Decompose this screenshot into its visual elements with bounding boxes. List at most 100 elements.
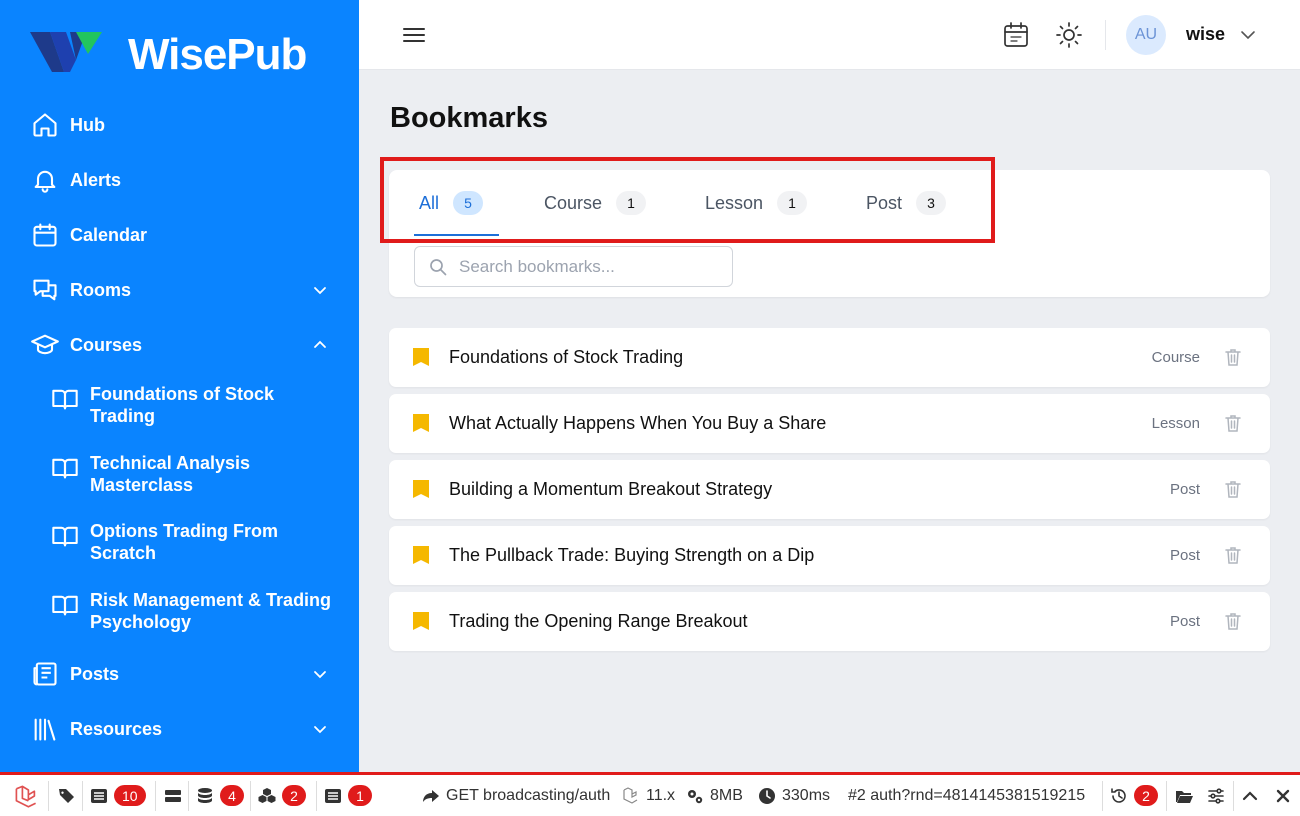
bookmark-title[interactable]: Trading the Opening Range Breakout [449,611,748,632]
database-icon [198,787,212,803]
debugbar-divider [1233,781,1234,811]
menu-icon[interactable] [401,22,427,48]
sidebar-course-technical-analysis[interactable]: Technical Analysis Masterclass [50,452,340,496]
sidebar-item-resources[interactable]: Resources [30,709,330,749]
debugbar-divider [1166,781,1167,811]
sidebar-item-courses[interactable]: Courses [30,325,330,365]
bookmark-title[interactable]: The Pullback Trade: Buying Strength on a… [449,545,814,566]
wisepub-logo-icon [30,32,102,72]
sidebar-item-label: Resources [70,718,163,739]
search-icon [430,258,447,275]
bookmark-icon [413,414,429,432]
sidebar-course-label: Risk Management & Trading Psychology [90,590,332,632]
bookmark-type: Course [1151,349,1200,366]
server-icon [165,789,181,802]
header-divider [1105,20,1106,50]
bookmark-row[interactable]: Building a Momentum Breakout Strategy Po… [389,460,1270,519]
debugbar-divider [48,781,49,811]
settings-sliders-icon[interactable] [1207,775,1225,816]
bookmark-type: Post [1169,481,1200,498]
cubes-icon [258,787,276,803]
trash-icon[interactable] [1223,611,1243,631]
time-label: 330ms [782,786,831,804]
folder-open-icon[interactable] [1175,775,1193,816]
sidebar-item-alerts[interactable]: Alerts [30,160,330,200]
sidebar-item-rooms[interactable]: Rooms [30,270,330,310]
chevron-up-icon[interactable] [1241,775,1259,816]
memory-label: 8MB [710,786,743,804]
avatar[interactable]: AU [1126,15,1166,55]
sidebar-course-label: Technical Analysis Masterclass [90,453,251,495]
debugbar-models-tab[interactable]: 2 [258,775,306,816]
debugbar-history-tab[interactable]: 2 [1110,775,1158,816]
bookmark-title[interactable]: Building a Momentum Breakout Strategy [449,479,772,500]
search-input[interactable] [459,256,719,277]
debugbar-request-selector[interactable]: #2 auth?rnd=4814145381519215 [848,775,1096,816]
book-open-icon [50,384,80,414]
sidebar-item-label: Posts [70,663,120,684]
close-icon[interactable] [1274,775,1292,816]
debugbar-messages-tab[interactable]: 10 [90,775,146,816]
sidebar-item-hub[interactable]: Hub [30,105,330,145]
chevron-down-icon[interactable] [310,280,330,300]
bookmark-row[interactable]: The Pullback Trade: Buying Strength on a… [389,526,1270,585]
trash-icon[interactable] [1223,479,1243,499]
bookmark-type: Post [1169,547,1200,564]
calendar-icon [30,220,60,250]
clock-icon [759,787,775,804]
tabs-highlight-annotation [380,157,995,243]
trash-icon[interactable] [1223,347,1243,367]
bookmark-type: Post [1169,613,1200,630]
chevron-down-icon[interactable] [310,664,330,684]
debugbar-divider [250,781,251,811]
request-id-label: #2 auth?rnd=4814145381519215 [848,786,1086,804]
chevron-down-icon[interactable] [1239,26,1257,44]
user-name[interactable]: wise [1186,24,1225,45]
bookmark-icon [413,546,429,564]
list-icon [325,788,341,803]
brand-logo[interactable]: WisePub [30,26,307,79]
debugbar-time: 330ms [758,775,830,816]
trash-icon[interactable] [1223,545,1243,565]
debugbar-tags-icon[interactable] [58,775,76,816]
bookmark-type: Lesson [1151,415,1200,432]
sidebar-item-label: Rooms [70,279,132,300]
bookmark-row[interactable]: Foundations of Stock Trading Course [389,328,1270,387]
bookmark-icon [413,480,429,498]
sidebar: WisePub Hub Alerts Calendar Rooms Course… [0,0,359,772]
version-label: 11.x [646,786,676,804]
sidebar-item-label: Courses [70,334,143,355]
top-header: AU wise [359,0,1300,70]
calendar-icon[interactable] [1002,21,1030,49]
cogs-icon [688,789,703,803]
debugbar-views-tab[interactable]: 1 [324,775,372,816]
debugbar-timeline-tab[interactable] [164,775,182,816]
book-open-icon [50,521,80,551]
history-count-badge: 2 [1134,785,1158,806]
debugbar-request[interactable]: GET broadcasting/auth [422,775,610,816]
search-box [414,246,733,287]
debugbar-memory: 8MB [686,775,743,816]
sidebar-item-posts[interactable]: Posts [30,654,330,694]
sidebar-item-label: Calendar [70,224,148,245]
history-icon [1111,787,1126,803]
sidebar-item-calendar[interactable]: Calendar [30,215,330,255]
sidebar-course-options-trading[interactable]: Options Trading From Scratch [50,520,340,564]
sidebar-course-risk-management[interactable]: Risk Management & Trading Psychology [50,589,340,633]
debugbar-divider [316,781,317,811]
sidebar-course-label: Foundations of Stock Trading [90,384,274,426]
chevron-up-icon[interactable] [310,335,330,355]
debugbar-queries-tab[interactable]: 4 [196,775,244,816]
bookmark-title[interactable]: What Actually Happens When You Buy a Sha… [449,413,826,434]
bookmark-row[interactable]: What Actually Happens When You Buy a Sha… [389,394,1270,453]
debugbar-logo-icon[interactable] [14,775,38,816]
trash-icon[interactable] [1223,413,1243,433]
sidebar-course-foundations[interactable]: Foundations of Stock Trading [50,383,340,427]
theme-toggle-icon[interactable] [1055,21,1083,49]
bookmark-icon [413,612,429,630]
bookmark-title[interactable]: Foundations of Stock Trading [449,347,683,368]
chevron-down-icon[interactable] [310,719,330,739]
graduation-cap-icon [30,330,60,360]
bookmark-row[interactable]: Trading the Opening Range Breakout Post [389,592,1270,651]
laravel-icon [623,786,638,804]
